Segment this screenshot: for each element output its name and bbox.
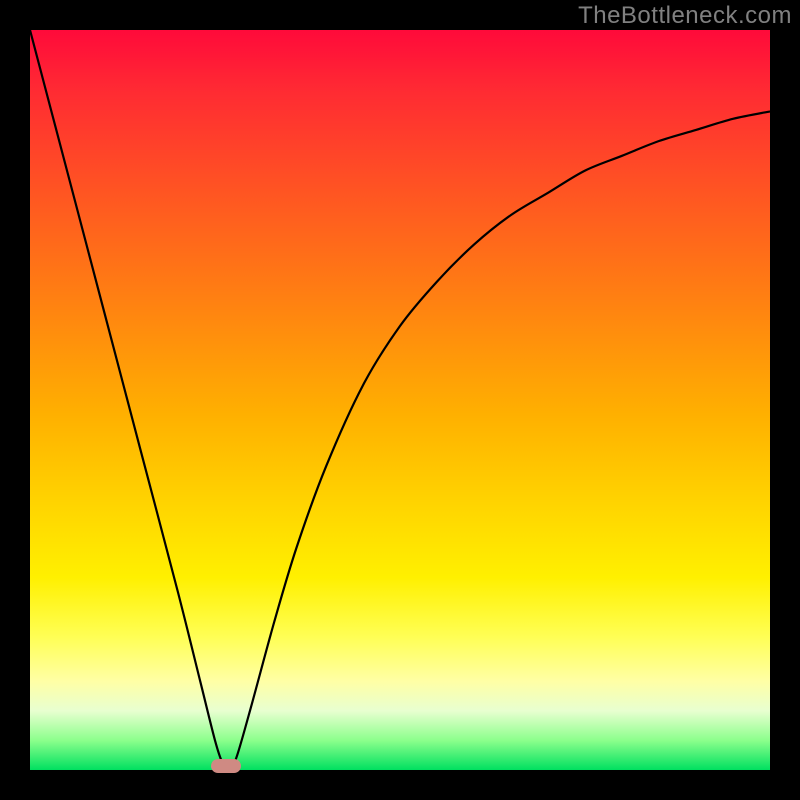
- watermark-text: TheBottleneck.com: [578, 2, 792, 30]
- curve-svg: [30, 30, 770, 770]
- min-marker: [211, 759, 241, 773]
- chart-frame: TheBottleneck.com: [0, 0, 800, 800]
- plot-area: [30, 30, 770, 770]
- bottleneck-curve: [30, 30, 770, 770]
